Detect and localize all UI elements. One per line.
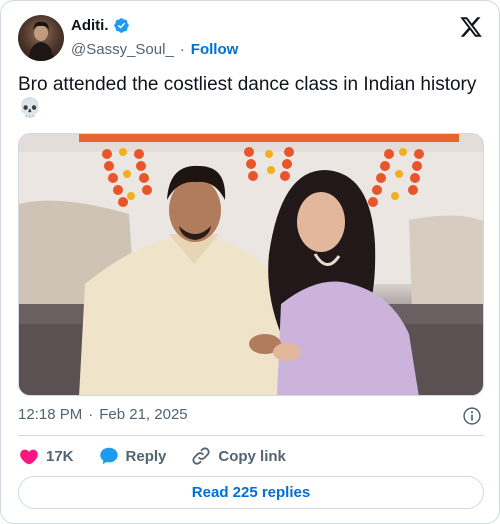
tweet-actions: 17K Reply Copy link: [18, 445, 310, 467]
info-icon[interactable]: [462, 406, 482, 426]
read-replies-button[interactable]: Read 225 replies: [18, 476, 484, 509]
reply-button[interactable]: Reply: [98, 445, 167, 467]
heart-icon: [20, 449, 38, 465]
divider: [18, 435, 484, 436]
avatar[interactable]: [18, 15, 64, 61]
tweet-date: Feb 21, 2025: [99, 406, 188, 423]
tweet-card: Aditi. @Sassy_Soul_ · Follow Bro attende…: [0, 0, 500, 524]
author-handle[interactable]: @Sassy_Soul_: [71, 41, 174, 58]
verified-badge-icon: [113, 17, 130, 34]
like-button[interactable]: 17K: [18, 445, 74, 467]
follow-button[interactable]: Follow: [191, 41, 239, 58]
copy-link-label: Copy link: [218, 447, 286, 465]
tweet-photo[interactable]: [18, 133, 484, 396]
copy-link-button[interactable]: Copy link: [190, 445, 286, 467]
author-name-row[interactable]: Aditi.: [71, 17, 130, 34]
author-handle-row: @Sassy_Soul_ · Follow: [71, 41, 238, 58]
timestamp-separator: ·: [88, 406, 94, 423]
tweet-time: 12:18 PM: [18, 406, 83, 423]
reply-bubble-icon: [99, 447, 118, 465]
tweet-timestamp[interactable]: 12:18 PM · Feb 21, 2025: [18, 406, 188, 423]
tweet-text: Bro attended the costliest dance class i…: [18, 74, 477, 119]
x-logo-icon[interactable]: [459, 15, 483, 39]
likes-count: 17K: [46, 447, 74, 465]
reply-label: Reply: [125, 447, 167, 465]
link-icon: [192, 447, 210, 465]
author-display-name[interactable]: Aditi.: [71, 17, 109, 34]
handle-separator: ·: [179, 41, 185, 58]
